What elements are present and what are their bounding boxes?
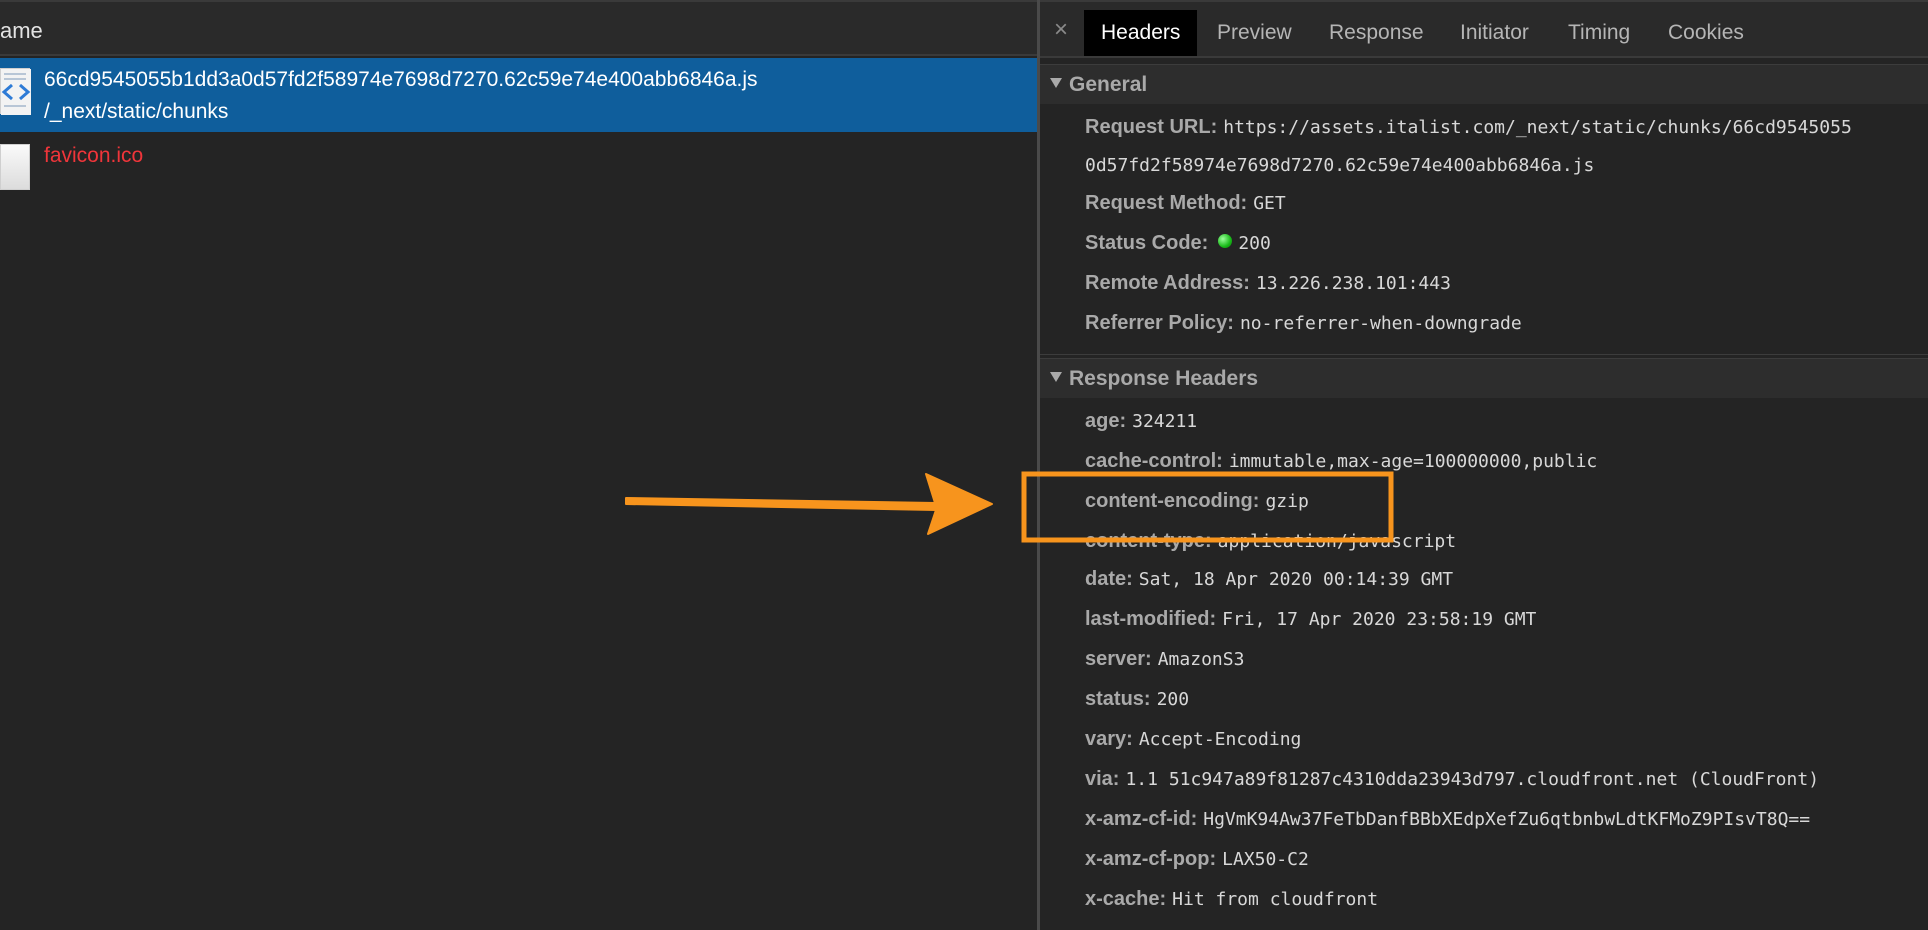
header-value: AmazonS3 — [1157, 649, 1245, 670]
header-value: no-referrer-when-downgrade — [1239, 313, 1522, 334]
collapse-triangle-icon — [1050, 372, 1062, 382]
header-key: Referrer Policy: — [1085, 312, 1234, 334]
request-method-row: Request Method: GET — [1085, 192, 1286, 222]
response-header-row: content-type: application/javascript — [1085, 530, 1456, 560]
header-key: server: — [1085, 648, 1152, 670]
request-row[interactable]: favicon.ico — [0, 134, 1037, 194]
header-value: LAX50-C2 — [1222, 849, 1309, 870]
header-value: Accept-Encoding — [1138, 729, 1302, 750]
tab-cookies[interactable]: Cookies — [1668, 10, 1744, 56]
header-key: x-cache: — [1085, 888, 1167, 910]
remote-address-row: Remote Address: 13.226.238.101:443 — [1085, 272, 1451, 302]
details-tabbar: × Headers Preview Response Initiator Tim… — [1040, 0, 1928, 58]
response-header-row: x-amz-cf-pop: LAX50-C2 — [1085, 848, 1309, 878]
response-header-row: date: Sat, 18 Apr 2020 00:14:39 GMT — [1085, 568, 1453, 598]
response-header-row: cache-control: immutable,max-age=10000000… — [1085, 450, 1597, 480]
response-header-row: via: 1.1 51c947a89f81287c4310dda23943d797… — [1085, 768, 1819, 798]
request-details: × Headers Preview Response Initiator Tim… — [1040, 0, 1928, 930]
response-header-row: age: 324211 — [1085, 410, 1197, 440]
header-value: 200 — [1156, 689, 1190, 710]
tab-timing[interactable]: Timing — [1568, 10, 1630, 56]
tab-headers[interactable]: Headers — [1084, 10, 1198, 56]
status-code-row: Status Code: 200 — [1085, 232, 1271, 262]
header-value: 324211 — [1132, 411, 1198, 432]
header-value: Hit from cloudfront — [1172, 889, 1379, 910]
name-column-label: ame — [0, 18, 43, 43]
header-value: 13.226.238.101:443 — [1255, 273, 1451, 294]
header-key: age: — [1085, 410, 1127, 432]
tab-preview[interactable]: Preview — [1217, 10, 1292, 56]
header-key: content-encoding: — [1085, 490, 1260, 512]
tab-response[interactable]: Response — [1329, 10, 1424, 56]
referrer-policy-row: Referrer Policy: no-referrer-when-downgra… — [1085, 312, 1522, 342]
devtools-network-panel: ame 66cd9545055b1dd3a0d57fd2f58974e7698d… — [0, 0, 1928, 930]
tab-initiator[interactable]: Initiator — [1460, 10, 1529, 56]
section-divider — [1040, 354, 1928, 355]
close-icon[interactable]: × — [1054, 16, 1068, 44]
status-ok-dot-icon — [1218, 234, 1233, 248]
script-file-icon — [0, 68, 31, 115]
header-key: x-amz-cf-pop: — [1085, 848, 1217, 870]
header-key: status: — [1085, 688, 1151, 710]
response-header-row: x-amz-cf-id: HgVmK94Aw37FeTbDanfBBbXEdpXe… — [1085, 808, 1810, 838]
collapse-triangle-icon — [1050, 78, 1062, 88]
response-header-row: server: AmazonS3 — [1085, 648, 1244, 678]
header-key: Status Code: — [1085, 232, 1209, 254]
response-header-row-highlighted: content-encoding: gzip — [1085, 490, 1309, 520]
name-column-header[interactable]: ame — [0, 0, 1037, 56]
response-header-row: vary: Accept-Encoding — [1085, 728, 1301, 758]
header-value: https://assets.italist.com/_next/static/… — [1223, 117, 1852, 138]
request-path: /_next/static/chunks — [44, 100, 229, 123]
header-key: Remote Address: — [1085, 272, 1250, 294]
header-key: Request Method: — [1085, 192, 1248, 214]
header-value: Fri, 17 Apr 2020 23:58:19 GMT — [1222, 609, 1537, 630]
response-header-row: status: 200 — [1085, 688, 1189, 718]
header-value: immutable,max-age=100000000,public — [1228, 451, 1598, 472]
response-headers-section-header[interactable]: Response Headers — [1040, 358, 1928, 398]
response-header-row: x-cache: Hit from cloudfront — [1085, 888, 1378, 918]
header-key: content-type: — [1085, 530, 1212, 552]
header-value: Sat, 18 Apr 2020 00:14:39 GMT — [1138, 569, 1454, 590]
header-key: x-amz-cf-id: — [1085, 808, 1198, 830]
header-value: application/javascript — [1217, 531, 1457, 552]
header-value: HgVmK94Aw37FeTbDanfBBbXEdpXefZu6qtbnbwLd… — [1203, 809, 1811, 830]
header-value: gzip — [1265, 491, 1309, 512]
request-list: ame 66cd9545055b1dd3a0d57fd2f58974e7698d… — [0, 0, 1037, 930]
general-section-title: General — [1069, 73, 1148, 96]
header-key: via: — [1085, 768, 1120, 790]
header-key: vary: — [1085, 728, 1133, 750]
request-url-row: Request URL: https://assets.italist.com/_… — [1085, 116, 1852, 146]
blank-file-icon — [0, 144, 30, 190]
request-name: 66cd9545055b1dd3a0d57fd2f58974e7698d7270… — [44, 68, 758, 91]
response-header-row: last-modified: Fri, 17 Apr 2020 23:58:19 … — [1085, 608, 1536, 638]
general-section-header[interactable]: General — [1040, 64, 1928, 104]
request-name-error: favicon.ico — [44, 144, 144, 167]
header-value: 200 — [1238, 233, 1271, 254]
header-key: last-modified: — [1085, 608, 1217, 630]
response-headers-section-title: Response Headers — [1069, 367, 1259, 390]
header-key: date: — [1085, 568, 1133, 590]
header-value: GET — [1253, 193, 1286, 214]
header-value: 1.1 51c947a89f81287c4310dda23943d797.clo… — [1125, 769, 1820, 790]
header-key: cache-control: — [1085, 450, 1223, 472]
header-key: Request URL: — [1085, 116, 1218, 138]
request-row-selected[interactable]: 66cd9545055b1dd3a0d57fd2f58974e7698d7270… — [0, 58, 1037, 132]
request-url-continuation: 0d57fd2f58974e7698d7270.62c59e74e400abb6… — [1085, 155, 1595, 176]
